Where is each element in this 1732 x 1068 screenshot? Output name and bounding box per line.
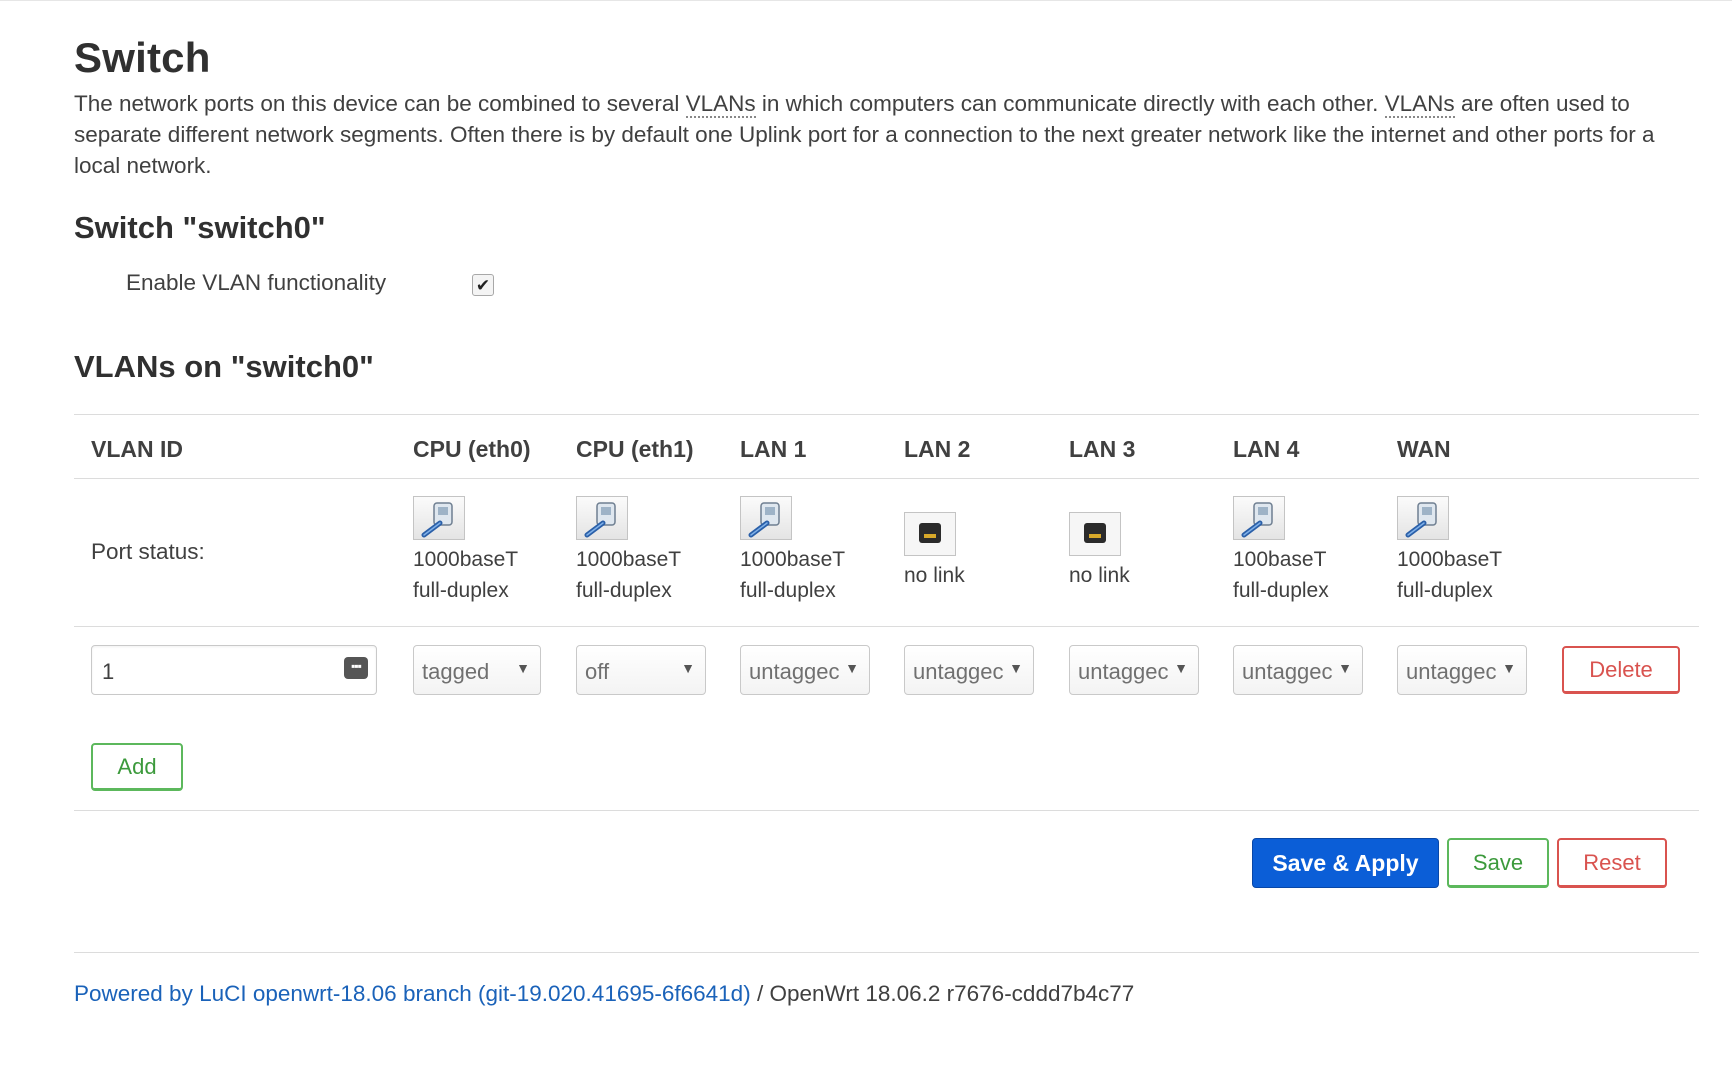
select-lan1[interactable]: untaggec ▼ [740, 645, 870, 695]
chevron-down-icon: ▼ [1009, 660, 1023, 676]
column-header-lan3: LAN 3 [1069, 436, 1136, 462]
column-header-vlan-id: VLAN ID [91, 436, 183, 462]
ethernet-cable-connected-icon [576, 496, 628, 540]
select-value: untaggec [1078, 659, 1169, 684]
select-value: off [585, 659, 610, 684]
chevron-down-icon: ▼ [1502, 660, 1516, 676]
chevron-down-icon: ▼ [1174, 660, 1188, 676]
port-status-lan1: 1000baseT full-duplex [740, 496, 890, 606]
vlan-id-value: 1 [102, 659, 115, 684]
select-lan4[interactable]: untaggec ▼ [1233, 645, 1363, 695]
port-speed: 1000baseT [740, 548, 846, 571]
ethernet-cable-connected-icon [1397, 496, 1449, 540]
column-header-wan: WAN [1397, 436, 1451, 462]
description-text: in which computers can communicate direc… [755, 91, 1385, 116]
checkmark-icon: ✔ [475, 275, 491, 295]
ethernet-cable-connected-icon [413, 496, 465, 540]
port-speed: 1000baseT [413, 548, 519, 571]
chevron-down-icon: ▼ [681, 660, 695, 676]
enable-vlan-label: Enable VLAN functionality [126, 270, 387, 295]
luci-link[interactable]: Powered by LuCI openwrt-18.06 branch (gi… [74, 981, 751, 1006]
port-status-wan: 1000baseT full-duplex [1397, 496, 1547, 606]
table-bottom-divider [74, 810, 1699, 811]
port-status-cpu-eth1: 1000baseT full-duplex [576, 496, 726, 606]
port-duplex: full-duplex [1233, 579, 1329, 602]
column-header-lan4: LAN 4 [1233, 436, 1300, 462]
ethernet-port-empty-icon [1069, 512, 1121, 556]
select-value: untaggec [749, 659, 840, 684]
vlan-abbreviation: VLANs [1384, 91, 1455, 118]
select-lan2[interactable]: untaggec ▼ [904, 645, 1034, 695]
ethernet-cable-connected-icon [1233, 496, 1285, 540]
openwrt-version: / OpenWrt 18.06.2 r7676-cddd7b4c77 [750, 981, 1135, 1006]
column-header-lan2: LAN 2 [904, 436, 971, 462]
chevron-down-icon: ▼ [1338, 660, 1352, 676]
description-text: The network ports on this device can be … [74, 91, 686, 116]
table-top-divider [74, 414, 1699, 415]
reset-button[interactable]: Reset [1557, 838, 1667, 888]
page-description: The network ports on this device can be … [74, 88, 1684, 181]
port-link-status: no link [1069, 564, 1130, 587]
footer: Powered by LuCI openwrt-18.06 branch (gi… [74, 981, 1134, 1007]
enable-vlan-checkbox[interactable]: ✔ [472, 274, 494, 296]
select-value: untaggec [913, 659, 1004, 684]
port-duplex: full-duplex [576, 579, 672, 602]
add-vlan-button[interactable]: Add [91, 743, 183, 791]
enable-vlan-row: Enable VLAN functionality ✔ [126, 270, 494, 296]
keyboard-icon[interactable]: ▪▪▪ [344, 657, 368, 679]
port-speed: 1000baseT [576, 548, 682, 571]
column-header-lan1: LAN 1 [740, 436, 807, 462]
select-cpu-eth1[interactable]: off ▼ [576, 645, 706, 695]
select-value: untaggec [1406, 659, 1497, 684]
select-wan[interactable]: untaggec ▼ [1397, 645, 1527, 695]
top-divider [0, 0, 1732, 1]
row-divider [74, 626, 1699, 627]
select-value: tagged [422, 659, 490, 684]
port-duplex: full-duplex [1397, 579, 1493, 602]
port-speed: 100baseT [1233, 548, 1327, 571]
port-status-cpu-eth0: 1000baseT full-duplex [413, 496, 563, 606]
vlan-id-input[interactable]: 1 ▪▪▪ [91, 645, 377, 695]
port-status-label: Port status: [91, 539, 205, 564]
port-duplex: full-duplex [740, 579, 836, 602]
save-button[interactable]: Save [1447, 838, 1549, 888]
column-header-cpu-eth1: CPU (eth1) [576, 436, 694, 462]
delete-vlan-button[interactable]: Delete [1562, 646, 1680, 694]
chevron-down-icon: ▼ [845, 660, 859, 676]
port-link-status: no link [904, 564, 965, 587]
save-apply-button[interactable]: Save & Apply [1252, 838, 1439, 888]
chevron-down-icon: ▼ [516, 660, 530, 676]
select-cpu-eth0[interactable]: tagged ▼ [413, 645, 541, 695]
port-status-lan2: no link [904, 496, 1054, 591]
header-divider [74, 478, 1699, 479]
footer-divider [74, 952, 1699, 953]
page-title: Switch [74, 34, 211, 81]
switch-section-title: Switch "switch0" [74, 210, 326, 245]
port-status-lan4: 100baseT full-duplex [1233, 496, 1383, 606]
port-speed: 1000baseT [1397, 548, 1503, 571]
vlan-abbreviation: VLANs [685, 91, 756, 118]
ethernet-cable-connected-icon [740, 496, 792, 540]
vlans-section-title: VLANs on "switch0" [74, 349, 374, 384]
select-value: untaggec [1242, 659, 1333, 684]
port-status-lan3: no link [1069, 496, 1219, 591]
port-duplex: full-duplex [413, 579, 509, 602]
select-lan3[interactable]: untaggec ▼ [1069, 645, 1199, 695]
ethernet-port-empty-icon [904, 512, 956, 556]
column-header-cpu-eth0: CPU (eth0) [413, 436, 531, 462]
